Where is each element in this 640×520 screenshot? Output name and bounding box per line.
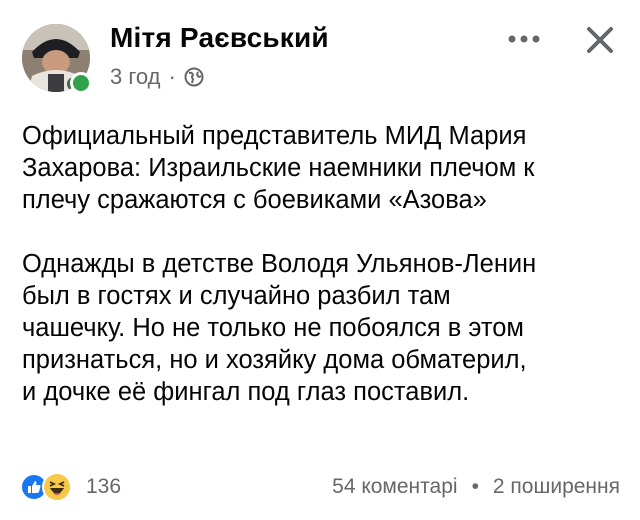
meta-separator: · (168, 64, 176, 89)
post-meta: 3 год · (110, 64, 204, 90)
globe-icon[interactable] (184, 67, 204, 87)
more-horizontal-icon (508, 35, 540, 43)
post-stats: 54 коментарі • 2 поширення (332, 475, 620, 499)
more-options-button[interactable] (504, 24, 544, 54)
post-header: Мітя Раєвський 3 год · (18, 14, 622, 94)
author-name[interactable]: Мітя Раєвський (110, 22, 329, 54)
facebook-post: Мітя Раєвський 3 год · Официальный предс… (0, 0, 640, 520)
haha-icon (42, 472, 72, 502)
comments-count[interactable]: 54 коментарі (332, 475, 457, 499)
post-paragraph: Официальный представитель МИД Мария Заха… (22, 122, 535, 214)
post-time[interactable]: 3 год (110, 64, 160, 90)
author-avatar[interactable] (22, 24, 92, 94)
close-icon (587, 27, 613, 53)
online-status-dot (70, 72, 92, 94)
reaction-icons (20, 472, 78, 502)
stats-separator: • (471, 475, 479, 498)
shares-count[interactable]: 2 поширення (493, 475, 620, 499)
close-button[interactable] (580, 20, 620, 60)
post-footer: 136 54 коментарі • 2 поширення (20, 470, 620, 504)
post-text: Официальный представитель МИД Мария Заха… (22, 120, 624, 408)
post-paragraph: Однажды в детстве Володя Ульянов-Ленин б… (22, 250, 537, 406)
reaction-count: 136 (86, 475, 122, 498)
reactions-summary[interactable]: 136 (20, 472, 121, 502)
